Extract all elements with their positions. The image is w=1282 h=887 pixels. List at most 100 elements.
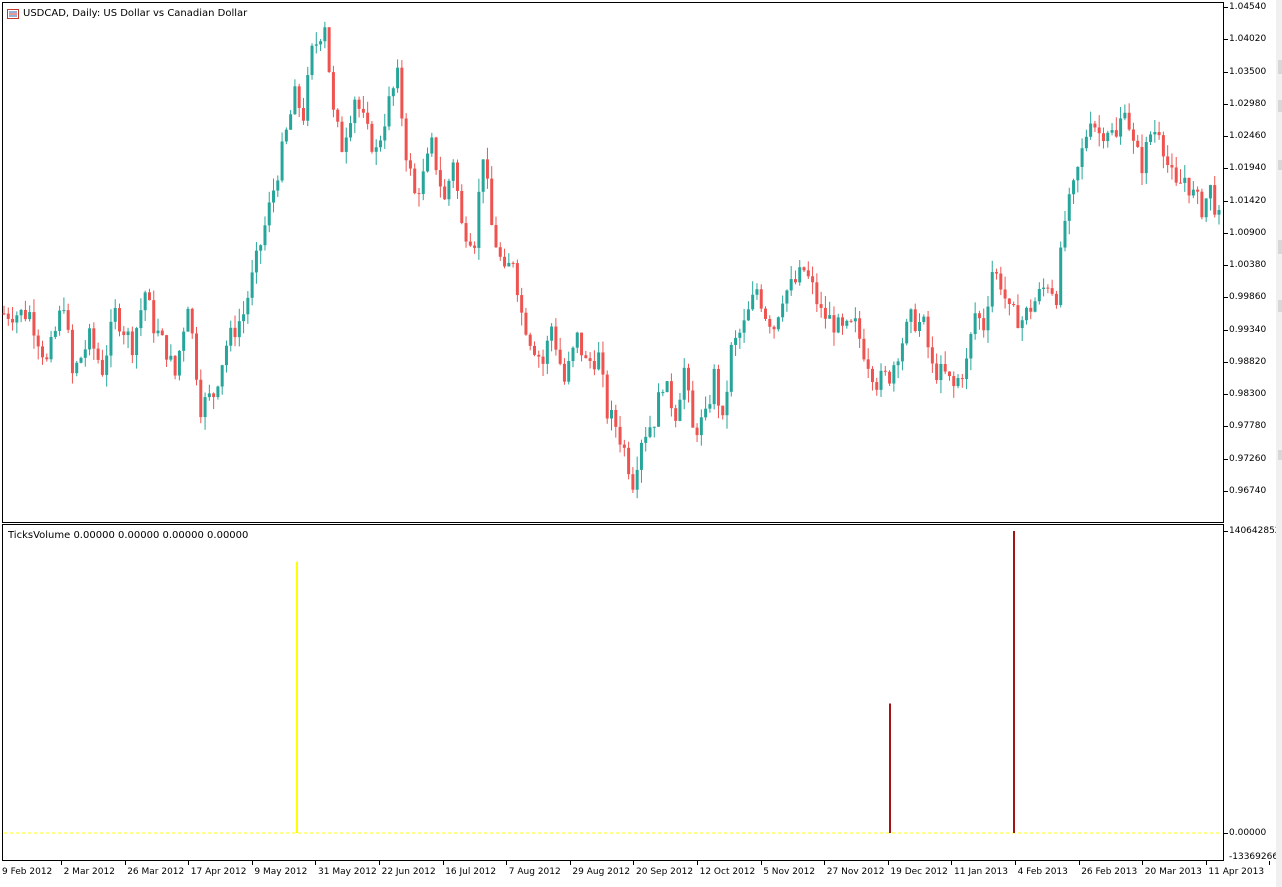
candle-body xyxy=(691,390,695,428)
candle-body xyxy=(669,381,673,409)
candle-body xyxy=(319,41,323,45)
candle-body xyxy=(644,436,648,443)
candle-body xyxy=(263,225,267,246)
candle-body xyxy=(220,365,224,387)
candle-body xyxy=(635,469,639,490)
candle-body xyxy=(366,112,370,124)
candle-body xyxy=(344,137,348,152)
candle-body xyxy=(712,368,716,405)
candle-body xyxy=(203,397,207,418)
candle-body xyxy=(520,295,524,313)
candle-body xyxy=(674,408,678,421)
candle-body xyxy=(250,272,254,298)
candle-body xyxy=(836,317,840,333)
candle-body xyxy=(798,267,802,283)
candle-body xyxy=(186,308,190,332)
candle-body xyxy=(823,307,827,319)
volume-axis-zero-label: 0.00000 xyxy=(1229,828,1267,838)
volume-axis-min-label: -133692666 xyxy=(1229,852,1282,862)
time-tick-mark xyxy=(824,861,825,865)
time-tick-label: 9 May 2012 xyxy=(254,867,308,877)
candle-body xyxy=(357,99,361,109)
candle-body xyxy=(195,333,199,380)
candle-body xyxy=(1003,289,1007,299)
candle-body xyxy=(481,159,485,192)
candle-body xyxy=(738,332,742,338)
candle-body xyxy=(310,45,314,76)
time-tick-label: 19 Dec 2012 xyxy=(890,867,948,877)
candle-body xyxy=(1149,134,1153,143)
candle-body xyxy=(233,327,237,338)
time-tick-mark xyxy=(315,861,316,865)
candle-body xyxy=(242,314,246,322)
volume-axis-max-label: 1406428521 xyxy=(1229,526,1282,536)
candle-body xyxy=(528,334,532,346)
candle-body xyxy=(1213,185,1217,215)
candle-body xyxy=(806,270,810,277)
candle-body xyxy=(554,326,558,350)
candle-body xyxy=(62,310,66,312)
candle-body xyxy=(742,320,746,333)
candle-body xyxy=(785,290,789,304)
candle-body xyxy=(32,312,36,336)
candle-body xyxy=(789,279,793,291)
candle-body xyxy=(66,310,70,330)
candle-body xyxy=(1140,147,1144,174)
price-tick-mark xyxy=(1224,39,1228,41)
candle-body xyxy=(1136,140,1140,148)
candle-body xyxy=(1080,148,1084,167)
time-tick-label: 11 Jan 2013 xyxy=(954,867,1008,877)
time-tick-mark xyxy=(697,861,698,865)
candle-body xyxy=(935,363,939,380)
candle-body xyxy=(845,320,849,326)
candle-body xyxy=(75,362,79,374)
price-tick-label: 0.98300 xyxy=(1229,389,1267,399)
candle-body xyxy=(678,399,682,421)
candle-body xyxy=(999,273,1003,290)
candle-body xyxy=(558,349,562,364)
candle-body xyxy=(704,408,708,418)
time-tick-label: 26 Mar 2012 xyxy=(127,867,185,877)
candle-body xyxy=(1204,198,1208,218)
candle-body xyxy=(45,357,49,360)
candle-body xyxy=(965,358,969,380)
candle-body xyxy=(995,272,999,274)
time-tick-mark xyxy=(1142,861,1143,865)
candle-body xyxy=(1089,123,1093,137)
candle-body xyxy=(746,309,750,321)
candle-body xyxy=(426,153,430,172)
candle-body xyxy=(105,355,109,375)
candle-body xyxy=(182,331,186,351)
candle-body xyxy=(537,354,541,357)
candle-body xyxy=(1123,112,1127,119)
window-edge-mark xyxy=(1278,60,1282,74)
candle-body xyxy=(853,318,857,322)
candle-body xyxy=(648,427,652,437)
candle-body xyxy=(687,367,691,391)
price-tick-mark xyxy=(1224,200,1228,202)
time-tick-label: 29 Aug 2012 xyxy=(572,867,631,877)
candle-body xyxy=(1033,301,1037,312)
window-edge-mark xyxy=(1278,160,1282,170)
price-tick-mark xyxy=(1224,7,1228,8)
candle-body xyxy=(1024,307,1028,321)
candle-body xyxy=(336,109,340,122)
time-tick-label: 12 Oct 2012 xyxy=(699,867,756,877)
candle-body xyxy=(70,329,74,374)
candle-body xyxy=(592,360,596,370)
candle-body xyxy=(455,162,459,191)
chart-canvas xyxy=(2,21,1222,834)
candle-body xyxy=(905,321,909,344)
window-edge-mark xyxy=(1278,450,1282,460)
time-tick-label: 31 May 2012 xyxy=(318,867,377,877)
price-tick-label: 1.04540 xyxy=(1229,2,1267,12)
candle-body xyxy=(571,347,575,362)
candle-body xyxy=(276,180,280,191)
price-tick-label: 1.03500 xyxy=(1229,66,1267,77)
candle-body xyxy=(828,315,832,319)
candle-body xyxy=(122,331,126,336)
candle-body xyxy=(23,309,27,320)
price-tick-mark xyxy=(1224,394,1228,395)
candle-body xyxy=(135,328,139,356)
price-tick-label: 1.02460 xyxy=(1229,131,1267,141)
